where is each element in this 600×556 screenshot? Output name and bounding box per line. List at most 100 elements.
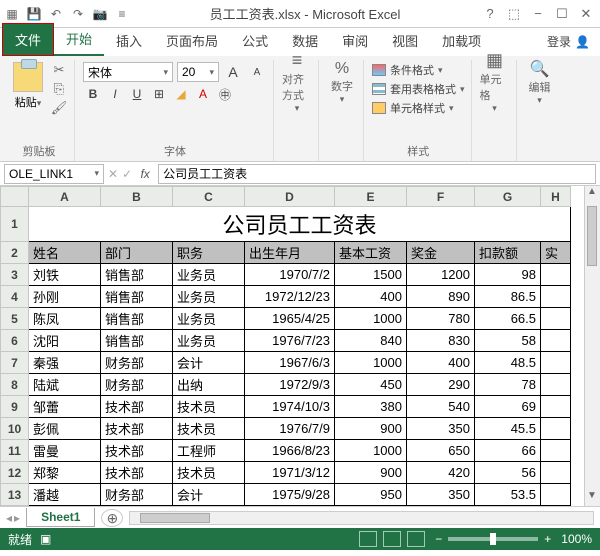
page-layout-view-icon[interactable] <box>383 531 401 547</box>
data-cell[interactable]: 技术员 <box>173 462 245 484</box>
row-header[interactable]: 8 <box>1 374 29 396</box>
data-cell[interactable]: 66 <box>475 440 541 462</box>
hscroll-thumb[interactable] <box>140 513 210 523</box>
data-cell[interactable]: 290 <box>407 374 475 396</box>
data-cell[interactable]: 53.5 <box>475 484 541 506</box>
row-header[interactable]: 10 <box>1 418 29 440</box>
redo-icon[interactable]: ↷ <box>70 6 86 22</box>
col-header[interactable]: C <box>173 187 245 207</box>
data-cell[interactable]: 1000 <box>335 352 407 374</box>
table-format-button[interactable]: 套用表格格式 ▾ <box>372 81 465 97</box>
data-cell[interactable]: 销售部 <box>101 264 173 286</box>
data-cell[interactable]: 86.5 <box>475 286 541 308</box>
col-header[interactable]: E <box>335 187 407 207</box>
row-header[interactable]: 12 <box>1 462 29 484</box>
scroll-down-icon[interactable]: ▼ <box>585 490 599 506</box>
header-cell[interactable]: 扣款额 <box>475 242 541 264</box>
editing-button[interactable]: 🔍编辑▾ <box>525 62 555 102</box>
camera-icon[interactable]: 📷 <box>92 6 108 22</box>
undo-icon[interactable]: ↶ <box>48 6 64 22</box>
formula-input[interactable]: 公司员工工资表 <box>158 164 596 184</box>
data-cell[interactable]: 830 <box>407 330 475 352</box>
row-header[interactable]: 11 <box>1 440 29 462</box>
fx-icon[interactable]: fx <box>136 167 154 181</box>
data-cell[interactable]: 1974/10/3 <box>245 396 335 418</box>
data-cell[interactable]: 郑黎 <box>29 462 101 484</box>
data-cell[interactable] <box>541 440 571 462</box>
data-cell[interactable]: 56 <box>475 462 541 484</box>
horizontal-scrollbar[interactable] <box>129 511 594 525</box>
name-box[interactable]: OLE_LINK1▾ <box>4 164 104 184</box>
data-cell[interactable]: 450 <box>335 374 407 396</box>
data-cell[interactable]: 业务员 <box>173 330 245 352</box>
data-cell[interactable] <box>541 308 571 330</box>
data-cell[interactable]: 840 <box>335 330 407 352</box>
alignment-button[interactable]: ≡对齐方式▾ <box>282 62 312 102</box>
data-cell[interactable]: 潘越 <box>29 484 101 506</box>
data-cell[interactable]: 1967/6/3 <box>245 352 335 374</box>
minimize-icon[interactable]: − <box>528 4 548 24</box>
data-cell[interactable]: 孙刚 <box>29 286 101 308</box>
data-cell[interactable]: 1970/7/2 <box>245 264 335 286</box>
data-cell[interactable]: 邹蕾 <box>29 396 101 418</box>
data-cell[interactable] <box>541 330 571 352</box>
grow-font-icon[interactable]: A <box>223 62 243 82</box>
underline-button[interactable]: U <box>127 84 147 104</box>
tab-home[interactable]: 开始 <box>54 23 104 56</box>
data-cell[interactable]: 业务员 <box>173 286 245 308</box>
data-cell[interactable]: 1976/7/9 <box>245 418 335 440</box>
format-painter-icon[interactable]: 🖌 <box>50 100 68 116</box>
row-header[interactable]: 4 <box>1 286 29 308</box>
cut-icon[interactable]: ✂ <box>50 62 68 78</box>
vertical-scrollbar[interactable]: ▲ ▼ <box>584 186 600 506</box>
data-cell[interactable]: 销售部 <box>101 506 173 507</box>
tab-data[interactable]: 数据 <box>280 25 330 56</box>
add-sheet-button[interactable]: ⊕ <box>101 509 123 527</box>
data-cell[interactable]: 400 <box>335 286 407 308</box>
data-cell[interactable]: 950 <box>335 484 407 506</box>
data-cell[interactable]: 1500 <box>335 264 407 286</box>
tab-insert[interactable]: 插入 <box>104 25 154 56</box>
data-cell[interactable]: 66.5 <box>475 308 541 330</box>
data-cell[interactable]: 业务员 <box>173 308 245 330</box>
sheet-tab-1[interactable]: Sheet1 <box>26 508 95 527</box>
data-cell[interactable] <box>541 484 571 506</box>
col-header[interactable]: G <box>475 187 541 207</box>
data-cell[interactable]: 380 <box>335 396 407 418</box>
data-cell[interactable]: 技术员 <box>173 418 245 440</box>
font-name-select[interactable]: 宋体▾ <box>83 62 173 82</box>
data-cell[interactable]: 1976/7/23 <box>245 330 335 352</box>
data-cell[interactable]: 1972/9/3 <box>245 374 335 396</box>
data-cell[interactable]: 会计 <box>173 484 245 506</box>
row-header[interactable]: 5 <box>1 308 29 330</box>
data-cell[interactable]: 技术部 <box>101 396 173 418</box>
zoom-out-button[interactable]: − <box>435 532 442 546</box>
tab-file[interactable]: 文件 <box>2 23 54 56</box>
data-cell[interactable]: 工程师 <box>173 440 245 462</box>
data-cell[interactable]: 1000 <box>335 506 407 507</box>
data-cell[interactable]: 58 <box>475 330 541 352</box>
shrink-font-icon[interactable]: A <box>247 62 267 82</box>
spreadsheet-grid[interactable]: ABCDEFGH1公司员工工资表2姓名部门职务出生年月基本工资奖金扣款额实3刘铁… <box>0 186 571 506</box>
tab-formulas[interactable]: 公式 <box>230 25 280 56</box>
col-header[interactable]: F <box>407 187 475 207</box>
data-cell[interactable]: 彭佩 <box>29 418 101 440</box>
data-cell[interactable]: 900 <box>335 462 407 484</box>
login-button[interactable]: 登录 👤 <box>537 27 600 56</box>
tab-view[interactable]: 视图 <box>380 25 430 56</box>
data-cell[interactable] <box>541 374 571 396</box>
data-cell[interactable]: 出纳 <box>173 374 245 396</box>
cell-styles-button[interactable]: 单元格样式 ▾ <box>372 100 465 116</box>
record-macro-icon[interactable]: ▣ <box>40 532 51 546</box>
col-header[interactable]: D <box>245 187 335 207</box>
data-cell[interactable]: 1966/8/23 <box>245 440 335 462</box>
row-header[interactable]: 3 <box>1 264 29 286</box>
select-all[interactable] <box>1 187 29 207</box>
row-header[interactable]: 7 <box>1 352 29 374</box>
tab-layout[interactable]: 页面布局 <box>154 25 230 56</box>
header-cell[interactable]: 奖金 <box>407 242 475 264</box>
conditional-format-button[interactable]: 条件格式 ▾ <box>372 62 465 78</box>
close-icon[interactable]: ✕ <box>576 4 596 24</box>
data-cell[interactable] <box>541 352 571 374</box>
data-cell[interactable]: 财务部 <box>101 374 173 396</box>
